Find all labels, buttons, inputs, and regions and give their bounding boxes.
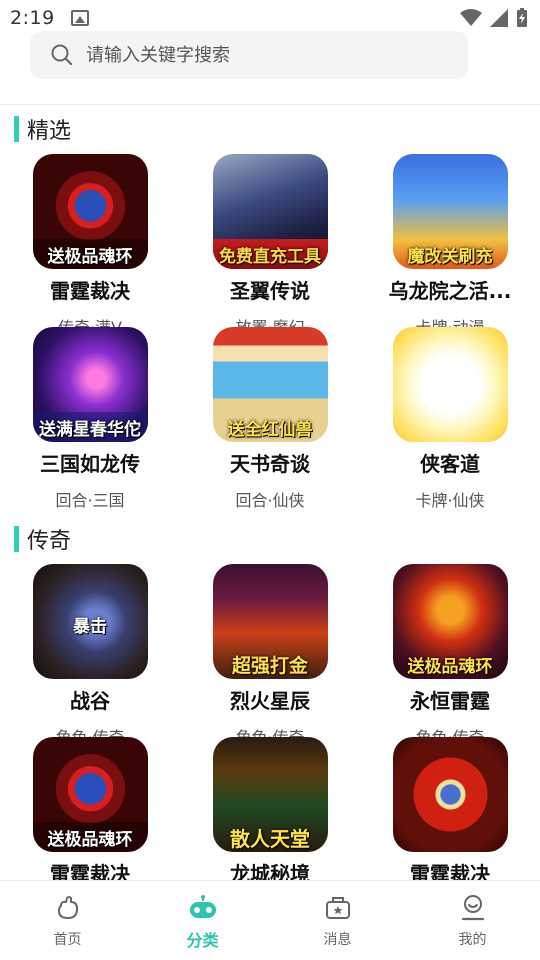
tab-label: 首页 [53,932,82,948]
search-icon [51,44,73,66]
game-icon[interactable]: 超强打金 [212,564,328,679]
game-icon[interactable] [392,327,508,442]
message-icon [325,897,350,919]
game-name: 烈火星辰 [230,689,310,713]
game-icon[interactable]: 送极品魂环 [392,564,508,679]
section-title-featured: 精选 [14,113,71,145]
game-name: 侠客道 [420,452,480,476]
section-accent-bar [14,526,19,552]
game-card[interactable]: 免费直充工具 圣翼传说 放置·魔幻 [180,154,360,338]
search-bar[interactable] [30,31,468,79]
game-icon-banner: 魔改关刷充 [407,246,493,267]
battery-icon [517,8,527,27]
status-indicators [460,8,528,28]
game-icon-banner: 送极品魂环 [32,239,148,269]
tab-profile[interactable]: 我的 [405,881,540,960]
game-card[interactable]: 送极品魂环 永恒雷霆 角色·传奇 [360,564,540,748]
section-title-legend: 传奇 [14,523,71,555]
game-card[interactable]: 送极品魂环 雷霆裁决 [0,737,180,887]
game-name: 永恒雷霆 [410,689,490,713]
game-name: 圣翼传说 [230,279,310,303]
game-icon[interactable]: 散人天堂 [212,737,328,852]
game-card[interactable]: 散人天堂 龙城秘境 [180,737,360,887]
divider [0,104,540,105]
search-input[interactable] [86,44,426,66]
game-icon[interactable]: 送极品魂环 [32,737,148,852]
tab-label: 分类 [186,931,219,950]
game-card[interactable]: 送极品魂环 雷霆裁决 传奇·满V [0,154,180,338]
game-icon-banner: 送全红仙兽 [227,419,313,440]
game-icon-banner: 送满星春华佗 [32,412,148,442]
section-accent-bar [14,116,19,142]
game-icon[interactable] [392,737,508,852]
game-icon[interactable]: 送满星春华佗 [32,327,148,442]
game-name: 天书奇谈 [230,452,310,476]
game-card[interactable]: 送全红仙兽 天书奇谈 回合·仙侠 [180,327,360,511]
game-icon[interactable]: 暴击 [32,564,148,679]
status-time: 2:19 [10,7,55,29]
profile-icon [461,895,484,921]
game-icon[interactable]: 送全红仙兽 [212,327,328,442]
game-name: 雷霆裁决 [50,279,130,303]
game-card[interactable]: 超强打金 烈火星辰 角色·传奇 [180,564,360,748]
home-icon [57,896,78,919]
game-name: 乌龙院之活... [388,279,512,303]
game-icon-banner: 超强打金 [231,654,308,677]
game-icon-banner: 暴击 [73,616,107,637]
game-icon[interactable]: 送极品魂环 [32,154,148,269]
game-card[interactable]: 魔改关刷充 乌龙院之活... 卡牌·动漫 [360,154,540,338]
tab-label: 消息 [323,932,352,948]
section-title-text: 传奇 [27,529,72,554]
image-notification-icon [70,10,89,26]
game-tags: 回合·三国 [55,491,125,510]
game-tags: 回合·仙侠 [235,491,305,510]
game-name: 三国如龙传 [40,452,140,476]
game-icon-banner: 送极品魂环 [407,656,493,677]
game-icon-banner: 送极品魂环 [32,822,148,852]
game-name: 战谷 [70,689,110,713]
tab-category[interactable]: 分类 [135,881,270,960]
game-card[interactable]: 送满星春华佗 三国如龙传 回合·三国 [0,327,180,511]
tab-home[interactable]: 首页 [0,881,135,960]
gamepad-icon [189,895,216,918]
tab-label: 我的 [458,932,487,948]
game-icon-banner: 免费直充工具 [212,239,328,269]
tab-messages[interactable]: 消息 [270,881,405,960]
signal-icon [490,9,508,27]
game-icon-banner: 散人天堂 [230,826,310,851]
game-icon[interactable]: 免费直充工具 [212,154,328,269]
game-icon[interactable]: 魔改关刷充 [392,154,508,269]
bottom-tab-bar: 首页 分类 消息 我的 [0,880,540,960]
game-tags: 卡牌·仙侠 [415,491,485,510]
wifi-icon [460,9,482,26]
section-title-text: 精选 [27,119,72,144]
game-card[interactable]: 侠客道 卡牌·仙侠 [360,327,540,511]
game-card[interactable]: 暴击 战谷 角色·传奇 [0,564,180,748]
game-card[interactable]: 雷霆裁决 [360,737,540,887]
